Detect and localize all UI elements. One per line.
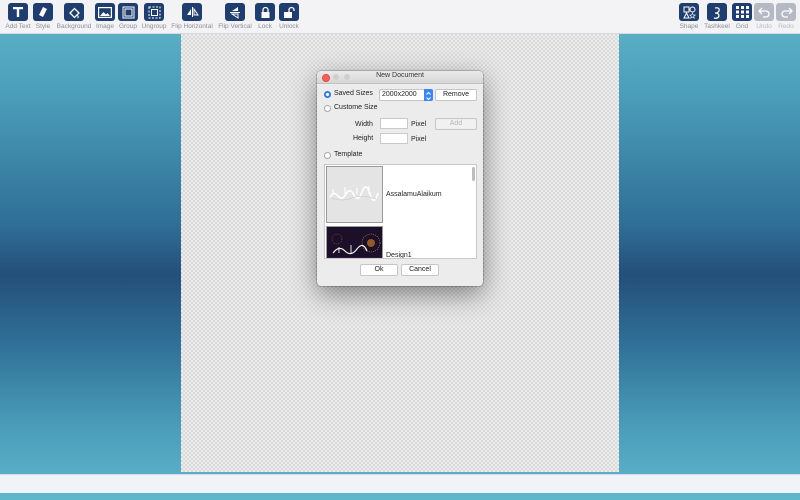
toolbar: Add Text Style Background Image Group Un… [0, 0, 800, 34]
image-button[interactable]: Image [95, 3, 115, 30]
saved-sizes-label: Saved Sizes [334, 90, 373, 97]
flip-horizontal-label: Flip Horizontal [171, 23, 213, 30]
redo-icon [776, 3, 796, 21]
template-list[interactable]: AssalamuAlaikum Design1 [324, 164, 477, 259]
group-label: Group [118, 23, 138, 30]
dialog-title: New Document [376, 72, 424, 79]
shape-button[interactable]: Shape [679, 3, 699, 30]
style-label: Style [35, 23, 51, 30]
group-icon [118, 3, 138, 21]
tashkeel-label: Tashkeel [704, 23, 730, 30]
background-button[interactable]: Background [56, 3, 92, 30]
template-item-design1[interactable]: Design1 [325, 225, 470, 259]
lock-icon [255, 3, 275, 21]
add-text-button[interactable]: Add Text [5, 3, 31, 30]
group-button[interactable]: Group [118, 3, 138, 30]
grid-icon [732, 3, 752, 21]
image-label: Image [95, 23, 115, 30]
undo-icon [754, 3, 774, 21]
select-stepper-icon [424, 89, 433, 101]
unlock-button[interactable]: Unlock [278, 3, 300, 30]
calligraphy-image [329, 186, 379, 202]
undo-button[interactable]: Undo [754, 3, 774, 30]
style-button[interactable]: Style [33, 3, 53, 30]
undo-label: Undo [756, 23, 772, 30]
saved-sizes-select[interactable]: 2000x2000 [379, 89, 433, 101]
template-name-design1: Design1 [386, 252, 412, 259]
add-size-button[interactable]: Add [435, 118, 477, 130]
tashkeel-icon [707, 3, 727, 21]
width-label: Width [355, 121, 373, 128]
scrollbar-thumb[interactable] [472, 167, 475, 181]
height-unit-label: Pixel [411, 136, 427, 143]
bottom-bar [0, 474, 800, 493]
ungroup-label: Ungroup [141, 23, 167, 30]
tashkeel-button[interactable]: Tashkeel [704, 3, 730, 30]
grid-label: Grid [735, 23, 749, 30]
width-unit-label: Pixel [411, 121, 427, 128]
height-field[interactable] [380, 133, 408, 144]
saved-sizes-radio[interactable] [324, 91, 331, 98]
shape-label: Shape [679, 23, 699, 30]
dialog-titlebar: New Document [317, 71, 483, 84]
background-icon [64, 3, 84, 21]
design1-thumbnail [326, 226, 383, 258]
flip-vertical-button[interactable]: Flip Vertical [217, 3, 253, 30]
flip-horizontal-icon [182, 3, 202, 21]
ungroup-button[interactable]: Ungroup [141, 3, 167, 30]
text-icon [8, 3, 28, 21]
unlock-icon [279, 3, 299, 21]
style-icon [33, 3, 53, 21]
ungroup-icon [144, 3, 164, 21]
flip-vertical-label: Flip Vertical [218, 23, 252, 30]
lock-button[interactable]: Lock [255, 3, 275, 30]
ok-button[interactable]: Ok [360, 264, 398, 276]
shape-icon [679, 3, 699, 21]
custom-size-radio[interactable] [324, 105, 331, 112]
remove-button[interactable]: Remove [435, 89, 477, 101]
template-name-assalamualaikum: AssalamuAlaikum [386, 191, 442, 198]
assalamualaikum-thumbnail [326, 166, 383, 223]
unlock-label: Unlock [279, 23, 299, 30]
image-icon [95, 3, 115, 21]
grid-button[interactable]: Grid [732, 3, 752, 30]
background-label: Background [56, 23, 92, 30]
fireworks-image [327, 233, 382, 258]
saved-size-value: 2000x2000 [382, 91, 417, 98]
flip-horizontal-button[interactable]: Flip Horizontal [171, 3, 213, 30]
template-radio[interactable] [324, 152, 331, 159]
lock-label: Lock [258, 23, 272, 30]
flip-vertical-icon [225, 3, 245, 21]
cancel-button[interactable]: Cancel [401, 264, 439, 276]
add-text-label: Add Text [5, 23, 31, 30]
custom-size-label: Custome Size [334, 104, 378, 111]
redo-button[interactable]: Redo [776, 3, 796, 30]
template-item-assalamualaikum[interactable]: AssalamuAlaikum [325, 165, 470, 225]
height-label: Height [353, 135, 374, 142]
width-field[interactable] [380, 118, 408, 129]
template-list-scrollbar[interactable] [470, 165, 476, 258]
redo-label: Redo [778, 23, 794, 30]
new-document-dialog: New Document Saved Sizes 2000x2000 Remov… [317, 71, 483, 286]
template-label: Template [334, 151, 363, 158]
